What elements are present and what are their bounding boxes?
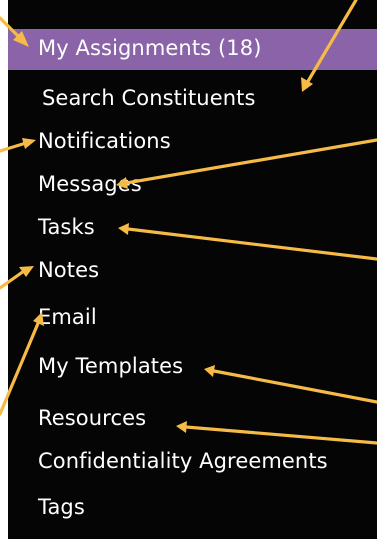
menu-item-label: My Assignments (18) [38,36,262,60]
menu-item-notes[interactable]: Notes [38,260,99,281]
menu-item-confidentiality-agreements[interactable]: Confidentiality Agreements [38,451,328,472]
menu-item-search-constituents[interactable]: Search Constituents [42,88,256,109]
menu-item-messages[interactable]: Messages [38,174,142,195]
menu-item-my-assignments[interactable]: My Assignments (18) [8,29,377,70]
menu-item-email[interactable]: Email [38,307,97,328]
menu-item-notifications[interactable]: Notifications [38,131,171,152]
menu-item-my-templates[interactable]: My Templates [38,356,183,377]
menu-item-resources[interactable]: Resources [38,408,146,429]
menu-item-tags[interactable]: Tags [38,497,85,518]
menu-item-tasks[interactable]: Tasks [38,217,95,238]
